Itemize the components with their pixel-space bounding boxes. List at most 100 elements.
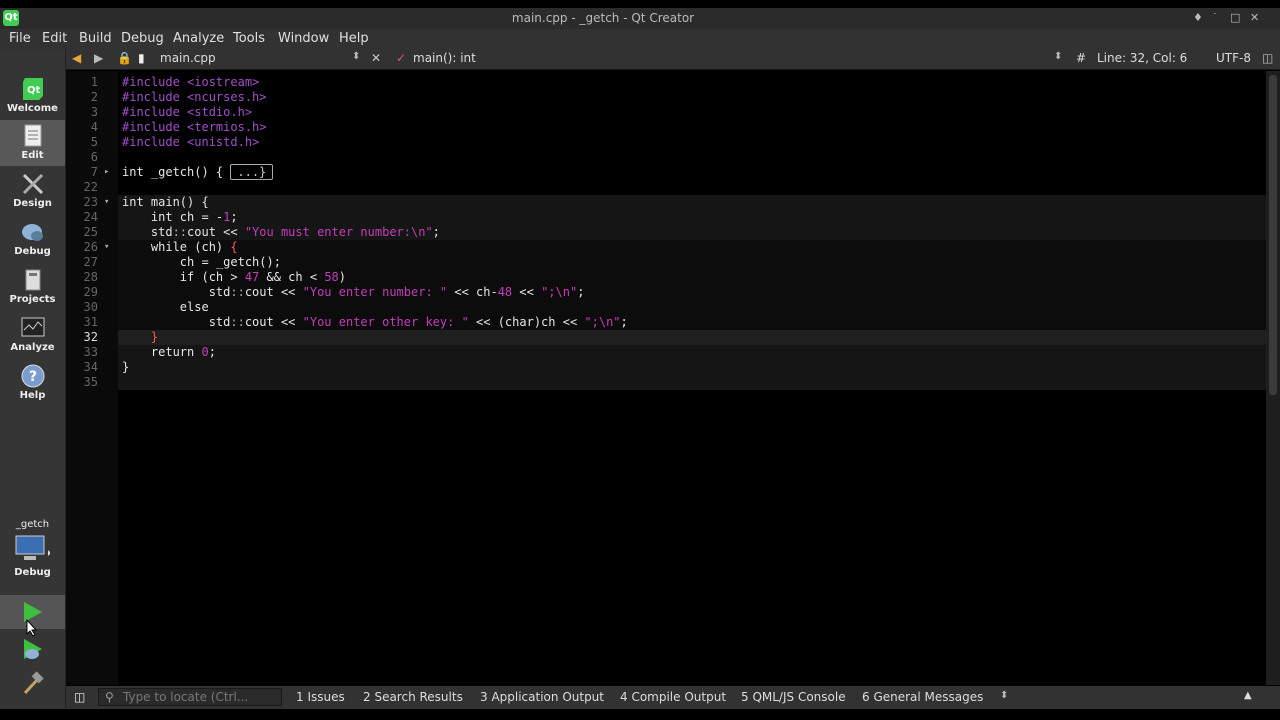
code-line[interactable]: 7 ▸ int _getch() { ...} [66, 164, 1266, 180]
scrollbar-thumb[interactable] [1269, 75, 1277, 395]
code-line[interactable]: 24 int ch = -1; [66, 210, 1266, 225]
code-text: std::cout << "You enter other key: " << … [122, 315, 628, 329]
line-number: 32 [83, 330, 98, 344]
mode-label: Projects [9, 294, 56, 305]
debug-play-icon [24, 639, 42, 659]
menu-window[interactable]: Window [278, 31, 329, 46]
line-number: 22 [83, 180, 98, 194]
output-pane-bar: ◫ ⚲ Type to locate (Ctrl... 1 Issues 2 S… [66, 686, 1280, 709]
code-line[interactable]: 35 [66, 375, 1266, 390]
code-line[interactable]: 6 [66, 150, 1266, 165]
open-file-selector[interactable]: main.cpp [160, 51, 216, 65]
menu-file[interactable]: File [9, 31, 31, 46]
window-minimize-button[interactable]: ˙ [1212, 11, 1218, 24]
toggle-sidebar-icon[interactable]: ◫ [74, 690, 85, 704]
pane-general-messages[interactable]: 6 General Messages [862, 690, 983, 704]
file-encoding[interactable]: UTF-8 [1216, 51, 1251, 65]
code-text: std::cout << "You enter number: " << ch-… [122, 285, 585, 299]
pane-application-output[interactable]: 3 Application Output [480, 690, 604, 704]
pane-compile-output[interactable]: 4 Compile Output [620, 690, 726, 704]
fold-marker-icon[interactable]: ▾ [104, 240, 109, 255]
code-line[interactable]: 31 std::cout << "You enter other key: " … [66, 315, 1266, 330]
code-text: #include <termios.h> [122, 120, 267, 134]
maximize-output-pane-icon[interactable]: ▲ [1244, 690, 1252, 701]
search-icon: ⚲ [105, 690, 114, 704]
lock-icon: 🔒 [117, 51, 132, 65]
design-tools-icon [22, 173, 43, 195]
code-line[interactable]: 25 std::cout << "You must enter number:\… [66, 225, 1266, 240]
more-panes-chevron-icon[interactable]: ⬍ [1000, 690, 1008, 701]
target-selector[interactable] [14, 534, 51, 564]
symbol-selector[interactable]: main(): int [413, 51, 476, 65]
mode-welcome[interactable]: Qt Welcome [0, 73, 65, 119]
line-number: 6 [90, 150, 98, 164]
code-text: if (ch > 47 && ch < 58) [122, 270, 346, 284]
menu-analyze[interactable]: Analyze [173, 31, 224, 46]
menu-tools[interactable]: Tools [233, 31, 265, 46]
code-line[interactable]: 23 ▾ int main() { [66, 195, 1266, 210]
code-line[interactable]: 26 ▾ while (ch) { [66, 240, 1266, 255]
fold-marker-icon[interactable]: ▾ [104, 195, 109, 210]
window-pin-icon[interactable]: ♦ [1193, 11, 1203, 24]
locator-placeholder: Type to locate (Ctrl... [123, 690, 249, 704]
code-text: ch = _getch(); [122, 255, 281, 269]
symbol-selector-chevron-icon[interactable]: ⬍ [1054, 51, 1062, 62]
code-line[interactable]: 30 else [66, 300, 1266, 315]
mode-projects[interactable]: Projects [0, 264, 65, 310]
mode-design[interactable]: Design [0, 168, 65, 214]
code-lines: 1 #include <iostream> 2 #include <ncurses.h… [66, 75, 1266, 390]
line-number: 30 [83, 300, 98, 314]
code-line[interactable]: 28 if (ch > 47 && ch < 58) [66, 270, 1266, 285]
mode-edit[interactable]: Edit [0, 120, 65, 166]
code-line[interactable]: 3 #include <stdio.h> [66, 105, 1266, 120]
line-number: 27 [83, 255, 98, 269]
file-selector-chevron-icon[interactable]: ⬍ [352, 51, 360, 62]
nav-forward-icon[interactable]: ▶ [94, 51, 103, 65]
code-line[interactable]: 22 [66, 180, 1266, 195]
build-button[interactable] [20, 671, 46, 697]
code-line[interactable]: 4 #include <termios.h> [66, 120, 1266, 135]
svg-text:Qt: Qt [27, 85, 41, 96]
mode-label: Analyze [10, 342, 55, 353]
code-line[interactable]: 2 #include <ncurses.h> [66, 90, 1266, 105]
editor-vertical-scrollbar[interactable] [1266, 71, 1280, 685]
mode-debug[interactable]: Debug [0, 216, 65, 262]
code-text: else [122, 300, 209, 314]
menu-debug[interactable]: Debug [121, 31, 164, 46]
mode-help[interactable]: ? Help [0, 360, 65, 406]
code-line[interactable]: 32 } [66, 330, 1266, 345]
mode-analyze[interactable]: Analyze [0, 312, 65, 358]
code-text: int ch = -1; [122, 210, 238, 224]
code-line[interactable]: 34} [66, 360, 1266, 375]
fold-marker-icon[interactable]: ▸ [104, 165, 109, 180]
line-number: 35 [83, 375, 98, 389]
nav-back-icon[interactable]: ◀ [72, 51, 81, 65]
pane-issues[interactable]: 1 Issues [296, 690, 345, 704]
line-number: 3 [90, 105, 98, 119]
code-text: } [122, 360, 130, 374]
split-editor-icon[interactable]: ◫ [1262, 51, 1273, 65]
menu-build[interactable]: Build [79, 31, 112, 46]
pane-search-results[interactable]: 2 Search Results [363, 690, 463, 704]
line-number: 5 [90, 135, 98, 149]
code-text: } [150, 330, 159, 344]
menu-edit[interactable]: Edit [42, 31, 67, 46]
run-button[interactable] [0, 595, 65, 637]
line-number: 26 [83, 240, 98, 254]
code-line[interactable]: 1 #include <iostream> [66, 75, 1266, 90]
computer-monitor-icon [15, 535, 51, 560]
cursor-position[interactable]: Line: 32, Col: 6 [1097, 51, 1187, 65]
edit-document-icon [24, 124, 41, 147]
window-close-button[interactable]: ✕ [1250, 11, 1259, 24]
code-line[interactable]: 33 return 0; [66, 345, 1266, 360]
locator-input[interactable]: ⚲ Type to locate (Ctrl... [98, 688, 282, 706]
debug-run-button[interactable] [20, 637, 46, 663]
close-document-icon[interactable]: ✕ [371, 51, 381, 65]
code-line[interactable]: 27 ch = _getch(); [66, 255, 1266, 270]
pane-qml-js-console[interactable]: 5 QML/JS Console [741, 690, 846, 704]
mode-label: Help [19, 390, 46, 401]
code-line[interactable]: 29 std::cout << "You enter number: " << … [66, 285, 1266, 300]
menu-help[interactable]: Help [339, 31, 369, 46]
code-line[interactable]: 5 #include <unistd.h> [66, 135, 1266, 150]
window-maximize-button[interactable]: □ [1230, 11, 1240, 24]
